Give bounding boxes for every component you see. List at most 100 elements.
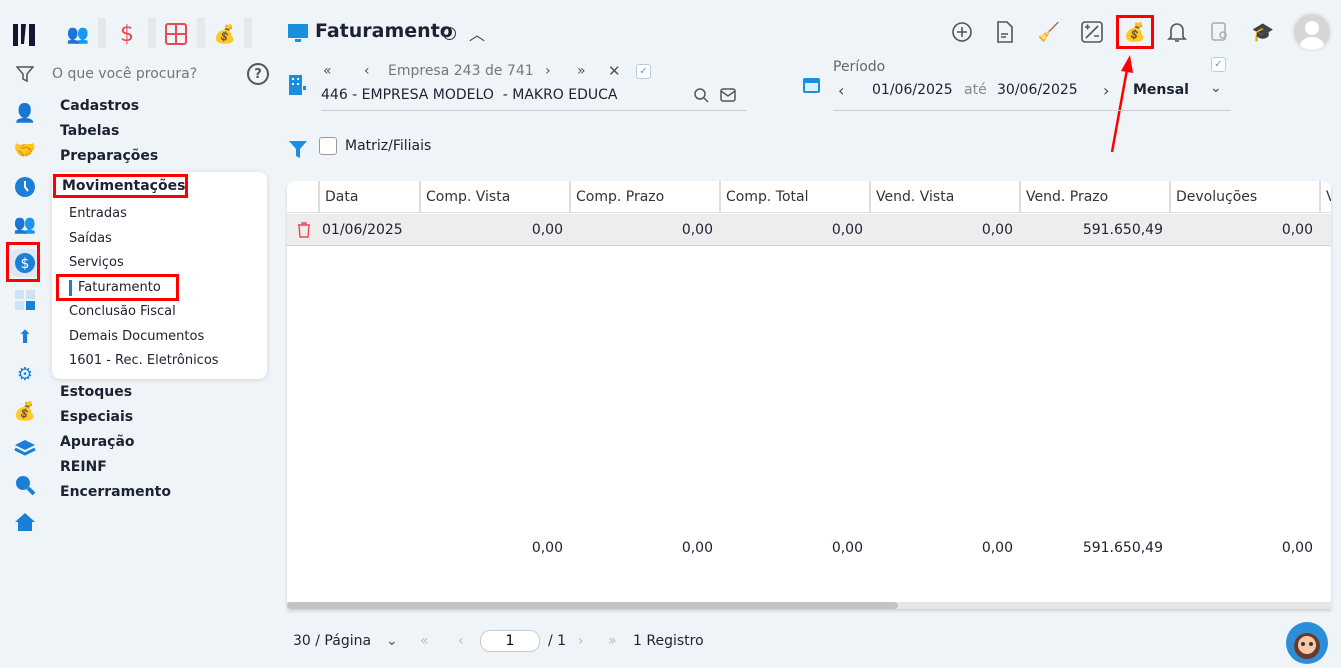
totals-row: 0,00 0,00 0,00 0,00 591.650,49 0,00 (287, 532, 1331, 564)
col-v[interactable]: V (1319, 181, 1331, 213)
submenu-demais-documentos[interactable]: Demais Documentos (69, 329, 204, 344)
total-comp-vista: 0,00 (531, 540, 563, 556)
first-empresa-button[interactable]: « (323, 63, 332, 79)
menu-estoques[interactable]: Estoques (60, 384, 132, 400)
handshake-icon[interactable]: 🤝 (12, 137, 38, 163)
prev-empresa-button[interactable]: ‹ (364, 63, 370, 79)
col-comp-vista[interactable]: Comp. Vista (419, 181, 569, 213)
cell-vend-prazo: 591.650,49 (1082, 222, 1163, 238)
period-type-select[interactable]: Mensal (1133, 82, 1189, 98)
annotation-arrow (1110, 55, 1133, 153)
cell-comp-total: 0,00 (831, 222, 863, 238)
end-date-input[interactable]: 30/06/2025 (997, 82, 1078, 98)
prev-page-button[interactable]: ‹ (458, 633, 464, 649)
menu-cadastros[interactable]: Cadastros (60, 98, 139, 114)
next-period-button[interactable]: › (1103, 81, 1109, 100)
percent-icon[interactable] (1078, 18, 1106, 46)
search-icon[interactable] (692, 86, 710, 104)
broom-icon[interactable]: 🧹 (1035, 18, 1063, 46)
filter-icon[interactable] (15, 64, 35, 84)
page-input[interactable] (480, 630, 540, 652)
document-icon[interactable] (991, 18, 1019, 46)
home-icon[interactable] (12, 509, 38, 535)
last-empresa-button[interactable]: » (577, 63, 586, 79)
menu-tabelas[interactable]: Tabelas (60, 123, 119, 139)
empresa-checkbox[interactable]: ✓ (636, 64, 651, 79)
mail-icon[interactable] (719, 86, 737, 104)
cadastros-icon[interactable]: 👤 (12, 100, 38, 126)
col-vend-vista[interactable]: Vend. Vista (869, 181, 1019, 213)
last-page-button[interactable]: » (608, 633, 617, 649)
submenu-servicos[interactable]: Serviços (69, 255, 124, 270)
submenu-rec-eletronicos[interactable]: 1601 - Rec. Eletrônicos (69, 353, 219, 368)
dollar-icon[interactable]: $ (113, 20, 141, 48)
graduation-cap-icon[interactable]: 🎓 (1249, 18, 1277, 46)
page-total: / 1 (548, 633, 567, 649)
table-header: Data Comp. Vista Comp. Prazo Comp. Total… (287, 181, 1331, 213)
search-input[interactable] (52, 64, 237, 84)
divider (98, 18, 106, 48)
collapse-chevron-icon[interactable]: ︿ (466, 22, 488, 44)
matriz-checkbox[interactable] (319, 137, 337, 155)
records-count: 1 Registro (633, 633, 704, 649)
col-vend-prazo[interactable]: Vend. Prazo (1019, 181, 1169, 213)
calculator-side-icon[interactable] (12, 287, 38, 313)
col-devolucoes[interactable]: Devoluções (1169, 181, 1319, 213)
arrow-percent-icon[interactable]: ⬆ (12, 324, 38, 350)
col-comp-total[interactable]: Comp. Total (719, 181, 869, 213)
per-page-select[interactable]: 30 / Página (293, 633, 371, 649)
cell-comp-vista: 0,00 (531, 222, 563, 238)
first-page-button[interactable]: « (420, 633, 429, 649)
search-side-icon[interactable] (12, 472, 38, 498)
menu-reinf[interactable]: REINF (60, 459, 107, 475)
submenu-saidas[interactable]: Saídas (69, 231, 112, 246)
highlight-box (6, 242, 40, 282)
next-empresa-button[interactable]: › (545, 63, 551, 79)
calculator-icon[interactable] (162, 20, 190, 48)
col-comp-prazo[interactable]: Comp. Prazo (569, 181, 719, 213)
submenu-conclusao-fiscal[interactable]: Conclusão Fiscal (69, 304, 176, 319)
help-icon[interactable]: ? (247, 63, 269, 85)
info-icon[interactable]: i (443, 27, 456, 40)
trash-icon[interactable] (296, 222, 312, 238)
next-page-button[interactable]: › (578, 633, 584, 649)
clear-icon[interactable]: ✕ (608, 62, 621, 80)
report-search-icon[interactable] (1206, 18, 1234, 46)
chevron-down-icon[interactable]: ⌄ (1210, 80, 1222, 96)
submenu-entradas[interactable]: Entradas (69, 206, 127, 221)
cell-date: 01/06/2025 (322, 222, 403, 238)
periodo-label: Período (833, 59, 886, 75)
avatar[interactable] (1292, 12, 1332, 52)
clock-icon[interactable] (12, 174, 38, 200)
calendar-icon (801, 74, 823, 96)
users-icon[interactable]: 👥 (64, 20, 92, 48)
total-comp-prazo: 0,00 (681, 540, 713, 556)
menu-preparacoes[interactable]: Preparações (60, 148, 158, 164)
layers-icon[interactable] (12, 435, 38, 461)
money-bag-icon[interactable]: 💰 (211, 20, 239, 48)
menu-encerramento[interactable]: Encerramento (60, 484, 171, 500)
start-date-input[interactable]: 01/06/2025 (872, 82, 953, 98)
app-logo[interactable] (10, 20, 40, 48)
divider (244, 18, 252, 48)
periodo-checkbox[interactable]: ✓ (1211, 57, 1226, 72)
col-data[interactable]: Data (318, 181, 419, 213)
bell-icon[interactable] (1163, 18, 1191, 46)
horizontal-scrollbar[interactable] (287, 602, 1331, 609)
add-icon[interactable] (948, 18, 976, 46)
people-icon[interactable]: 👥 (12, 211, 38, 237)
total-comp-total: 0,00 (831, 540, 863, 556)
assistant-avatar[interactable] (1286, 622, 1328, 664)
highlight-box (53, 174, 188, 198)
menu-especiais[interactable]: Especiais (60, 409, 133, 425)
prev-period-button[interactable]: ‹ (838, 81, 844, 100)
chevron-down-icon[interactable]: ⌄ (386, 633, 398, 649)
table-row[interactable]: 01/06/2025 0,00 0,00 0,00 0,00 591.650,4… (287, 214, 1331, 246)
scrollbar-thumb[interactable] (287, 602, 898, 609)
network-icon[interactable]: ⚙ (12, 361, 38, 387)
menu-apuracao[interactable]: Apuração (60, 434, 135, 450)
money-bag-side-icon[interactable]: 💰 (12, 398, 38, 424)
empresa-name[interactable]: 446 - EMPRESA MODELO - MAKRO EDUCA (321, 87, 618, 103)
funnel-icon[interactable] (287, 138, 309, 160)
cell-devolucoes: 0,00 (1281, 222, 1313, 238)
